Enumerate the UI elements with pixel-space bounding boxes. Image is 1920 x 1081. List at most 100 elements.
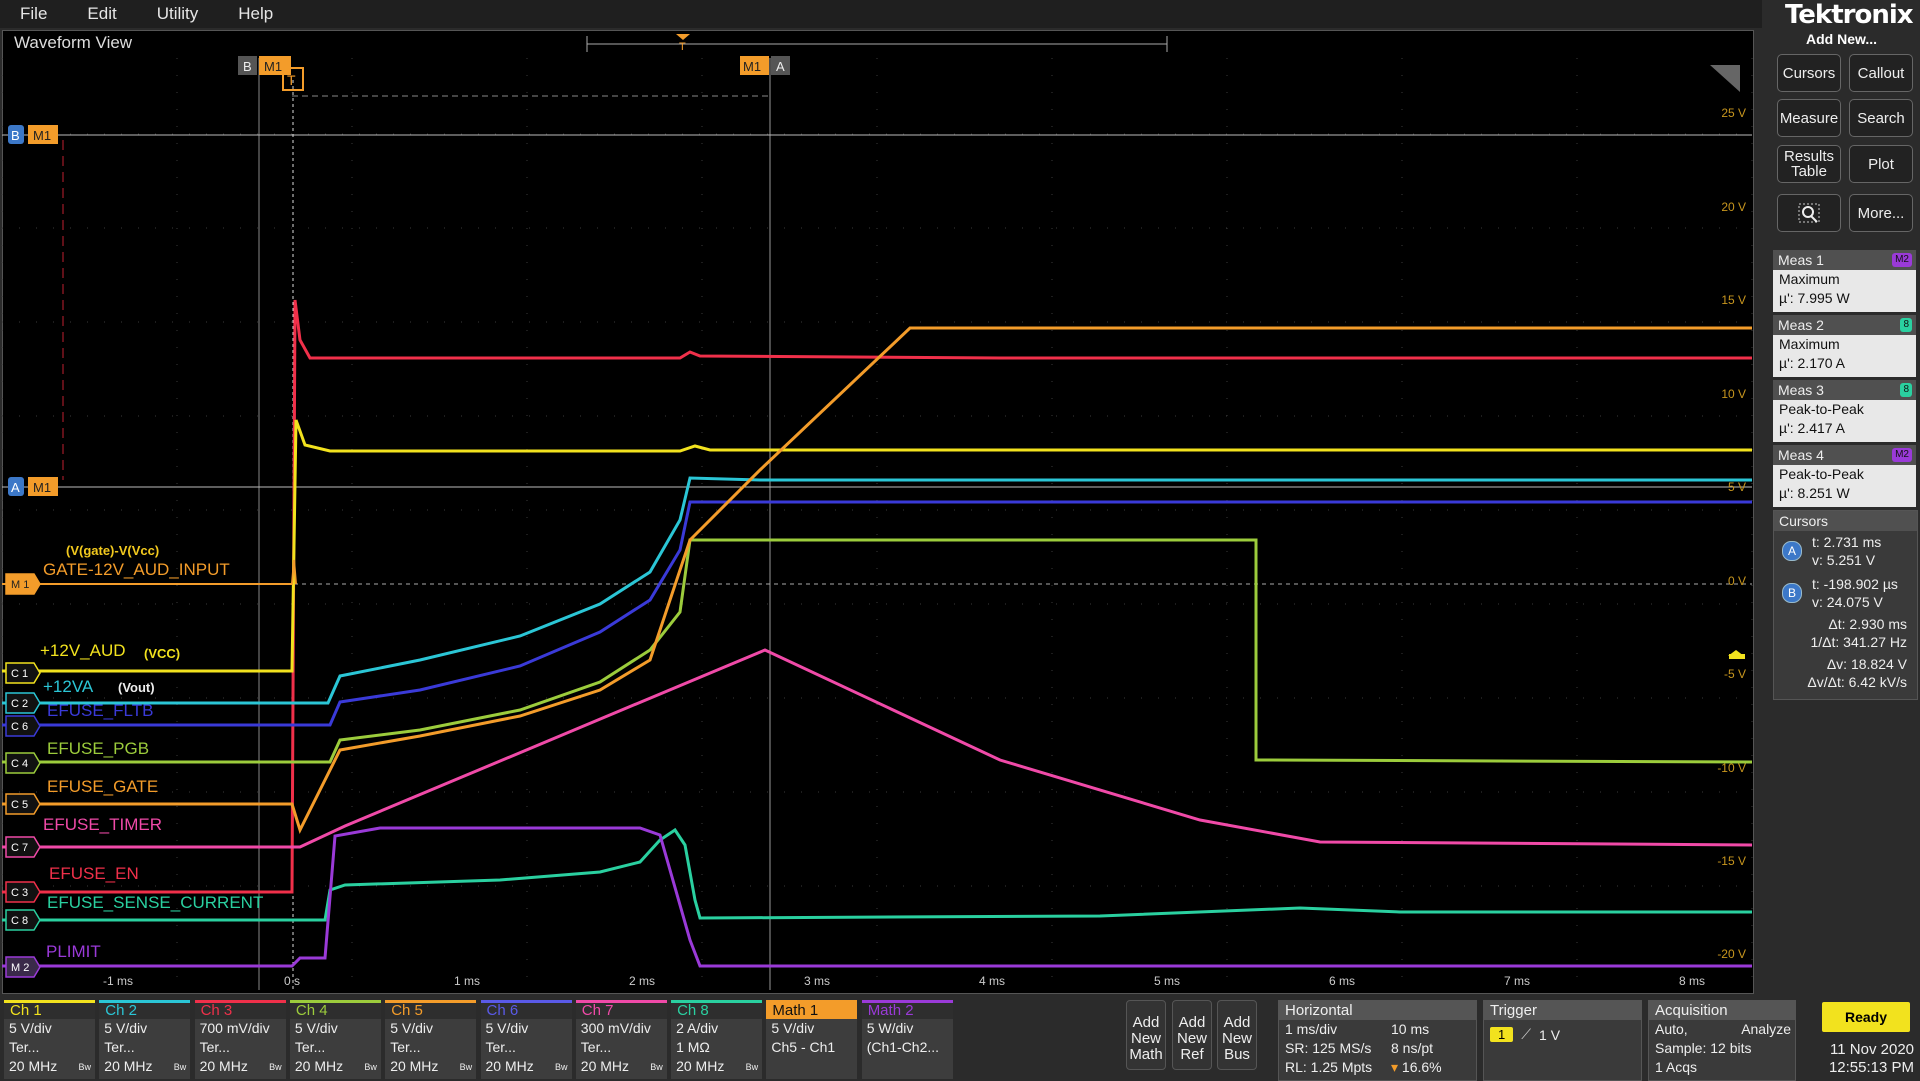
more-button[interactable]: More... (1849, 194, 1913, 232)
channel-termination: Ter... (104, 1039, 135, 1055)
y-tick-label: 20 V (1721, 200, 1746, 214)
vout-note: (Vout) (118, 680, 155, 695)
channel-scale: 300 mV/div (580, 1020, 651, 1036)
trigger-badge[interactable]: Trigger 1 ⟋ 1 V (1483, 1000, 1642, 1081)
bw-limit-tag: Bw (173, 1062, 187, 1072)
y-tick-label: 5 V (1728, 480, 1746, 494)
measurement-badge[interactable]: Meas 2 8 Maximum µ': 2.170 A (1773, 315, 1916, 377)
add-new-ref-button[interactable]: Add New Ref (1172, 1000, 1212, 1070)
y-tick-label: -5 V (1724, 667, 1746, 681)
channel-badge-ch-1[interactable]: Ch 1 5 V/div Ter... 20 MHz Bw (4, 1000, 95, 1079)
horizontal-scale: 1 ms/div (1285, 1021, 1338, 1037)
time: 12:55:13 PM (1828, 1059, 1914, 1076)
measurement-badge[interactable]: Meas 4 M2 Peak-to-Peak µ': 8.251 W (1773, 445, 1916, 507)
channel-badge-ch-8[interactable]: Ch 8 2 A/div 1 MΩ 20 MHz Bw (671, 1000, 763, 1079)
channel-badge-name: Math 2 (861, 1000, 953, 1019)
trace-efuse-pgb (2, 538, 1753, 764)
ready-status-button[interactable]: Ready (1822, 1002, 1910, 1032)
y-tick-label: 0 V (1728, 574, 1746, 588)
channel-badge-body: 300 mV/div Ter... 20 MHz Bw (575, 1019, 667, 1079)
channel-badge-ch-4[interactable]: Ch 4 5 V/div Ter... 20 MHz Bw (289, 1000, 381, 1079)
cursor-delta-v: Δv: 18.824 V (1826, 656, 1907, 672)
channel-badge-ch-2[interactable]: Ch 2 5 V/div Ter... 20 MHz Bw (99, 1000, 191, 1079)
cursors-readout[interactable]: Cursors A t: 2.731 ms v: 5.251 V B t: -1… (1773, 510, 1918, 700)
channel-tag-label: M 2 (11, 962, 29, 974)
channel-badge-body: 5 V/div Ter... 20 MHz Bw (385, 1019, 477, 1079)
channel-scale: 2 A/div (676, 1020, 719, 1036)
x-tick-label: 5 ms (1154, 974, 1180, 988)
bw-limit-tag: Bw (364, 1062, 377, 1072)
callout-button[interactable]: Callout (1849, 54, 1913, 92)
channel-badge-ch-6[interactable]: Ch 6 5 V/div Ter... 20 MHz Bw (480, 1000, 572, 1079)
hcursor-a-tag-label: A (11, 480, 20, 495)
measurement-source-badge: M2 (1892, 448, 1912, 462)
channel-termination: (Ch1-Ch2... (866, 1039, 940, 1055)
x-tick-label: 4 ms (979, 974, 1005, 988)
measurement-name: Meas 3 (1778, 382, 1824, 398)
channel-name-label: EFUSE_PGB (47, 739, 149, 758)
measure-button[interactable]: Measure (1777, 99, 1841, 137)
channel-scale: 5 W/div (866, 1020, 914, 1036)
x-tick-label: 0 s (284, 974, 300, 988)
trigger-marker-icon: T (287, 72, 296, 88)
channel-name-label: EFUSE_GATE (47, 777, 158, 796)
channel-badge-math-1[interactable]: Math 1 5 V/div Ch5 - Ch1 (766, 1000, 858, 1079)
measurement-badge[interactable]: Meas 1 M2 Maximum µ': 7.995 W (1773, 250, 1916, 312)
add-new-bus-button[interactable]: Add New Bus (1217, 1000, 1257, 1070)
cursor-b-volt: v: 24.075 V (1812, 594, 1883, 610)
acquisition-action: Analyze (1741, 1021, 1791, 1037)
channel-termination: Ch5 - Ch1 (771, 1039, 836, 1055)
trigger-level: 1 V (1539, 1026, 1561, 1043)
x-tick-label: 6 ms (1329, 974, 1355, 988)
channel-badge-name: Ch 5 (385, 1000, 477, 1019)
zoom-tool-button[interactable] (1777, 194, 1841, 232)
channel-name-label: +12VA (43, 677, 94, 696)
trace-12v-aud (2, 419, 1752, 673)
waveform-plot[interactable]: T B M1 M1 A T B M1 A M1 25 V 20 V 15 V 10 V… (0, 0, 1760, 994)
channel-scale: 5 V/div (294, 1020, 338, 1036)
vcc-note: (VCC) (144, 646, 180, 661)
acquisition-title: Acquisition (1649, 1001, 1795, 1020)
measurement-title: Meas 1 M2 (1773, 250, 1916, 270)
horizontal-badge[interactable]: Horizontal 1 ms/div SR: 125 MS/s RL: 1.2… (1278, 1000, 1477, 1081)
measurement-name: Meas 2 (1778, 317, 1824, 333)
channel-badge-name: Ch 1 (4, 1000, 95, 1019)
plot-button[interactable]: Plot (1849, 145, 1913, 183)
channel-badge-math-2[interactable]: Math 2 5 W/div (Ch1-Ch2... (861, 1000, 953, 1079)
cursor-delta-t: Δt: 2.930 ms (1828, 616, 1907, 632)
search-button[interactable]: Search (1849, 99, 1913, 137)
acquisition-badge[interactable]: Acquisition Auto, Sample: 12 bits 1 Acqs… (1648, 1000, 1796, 1081)
channel-badge-ch-7[interactable]: Ch 7 300 mV/div Ter... 20 MHz Bw (575, 1000, 667, 1079)
y-tick-label: -20 V (1717, 947, 1746, 961)
channel-badge-body: 5 V/div Ch5 - Ch1 (766, 1019, 858, 1079)
date: 11 Nov 2020 (1830, 1041, 1914, 1058)
cursor-b-badge: B (1782, 583, 1802, 603)
add-math-l1: Add (1132, 1014, 1160, 1031)
add-new-math-button[interactable]: Add New Math (1126, 1000, 1166, 1070)
channel-badge-name: Ch 8 (671, 1000, 763, 1019)
measurement-name: Meas 1 (1778, 252, 1824, 268)
cursor-a-tag-label: A (776, 59, 785, 74)
channel-name-label: EFUSE_SENSE_CURRENT (47, 893, 263, 912)
channel-badge-body: 5 V/div Ter... 20 MHz Bw (99, 1019, 191, 1079)
measurement-type: Maximum (1779, 271, 1840, 287)
traces (2, 299, 1753, 968)
channel-badge-name: Ch 7 (575, 1000, 667, 1019)
cursors-button[interactable]: Cursors (1777, 54, 1841, 92)
measurement-source-badge: 8 (1900, 318, 1912, 332)
measurement-title: Meas 3 8 (1773, 380, 1916, 400)
channel-tag-label: C 7 (11, 842, 28, 854)
results-table-button[interactable]: Results Table (1777, 145, 1841, 183)
channel-name-label: EFUSE_FLTB (47, 701, 153, 720)
channel-badge-body: 5 V/div Ter... 20 MHz Bw (4, 1019, 95, 1079)
channel-badge-ch-5[interactable]: Ch 5 5 V/div Ter... 20 MHz Bw (385, 1000, 477, 1079)
measurement-badge[interactable]: Meas 3 8 Peak-to-Peak µ': 2.417 A (1773, 380, 1916, 442)
hcursor-a-m1-label: M1 (33, 480, 51, 495)
x-tick-label: 3 ms (804, 974, 830, 988)
tektronix-logo: Tektronix (1785, 0, 1914, 30)
add-math-l3: Math (1129, 1046, 1163, 1063)
channel-badge-ch-3[interactable]: Ch 3 700 mV/div Ter... 20 MHz Bw (194, 1000, 286, 1079)
horizontal-sr: SR: 125 MS/s (1285, 1040, 1372, 1056)
channel-termination: 1 MΩ (676, 1039, 710, 1055)
cursor-b-tag-label: B (243, 59, 252, 74)
